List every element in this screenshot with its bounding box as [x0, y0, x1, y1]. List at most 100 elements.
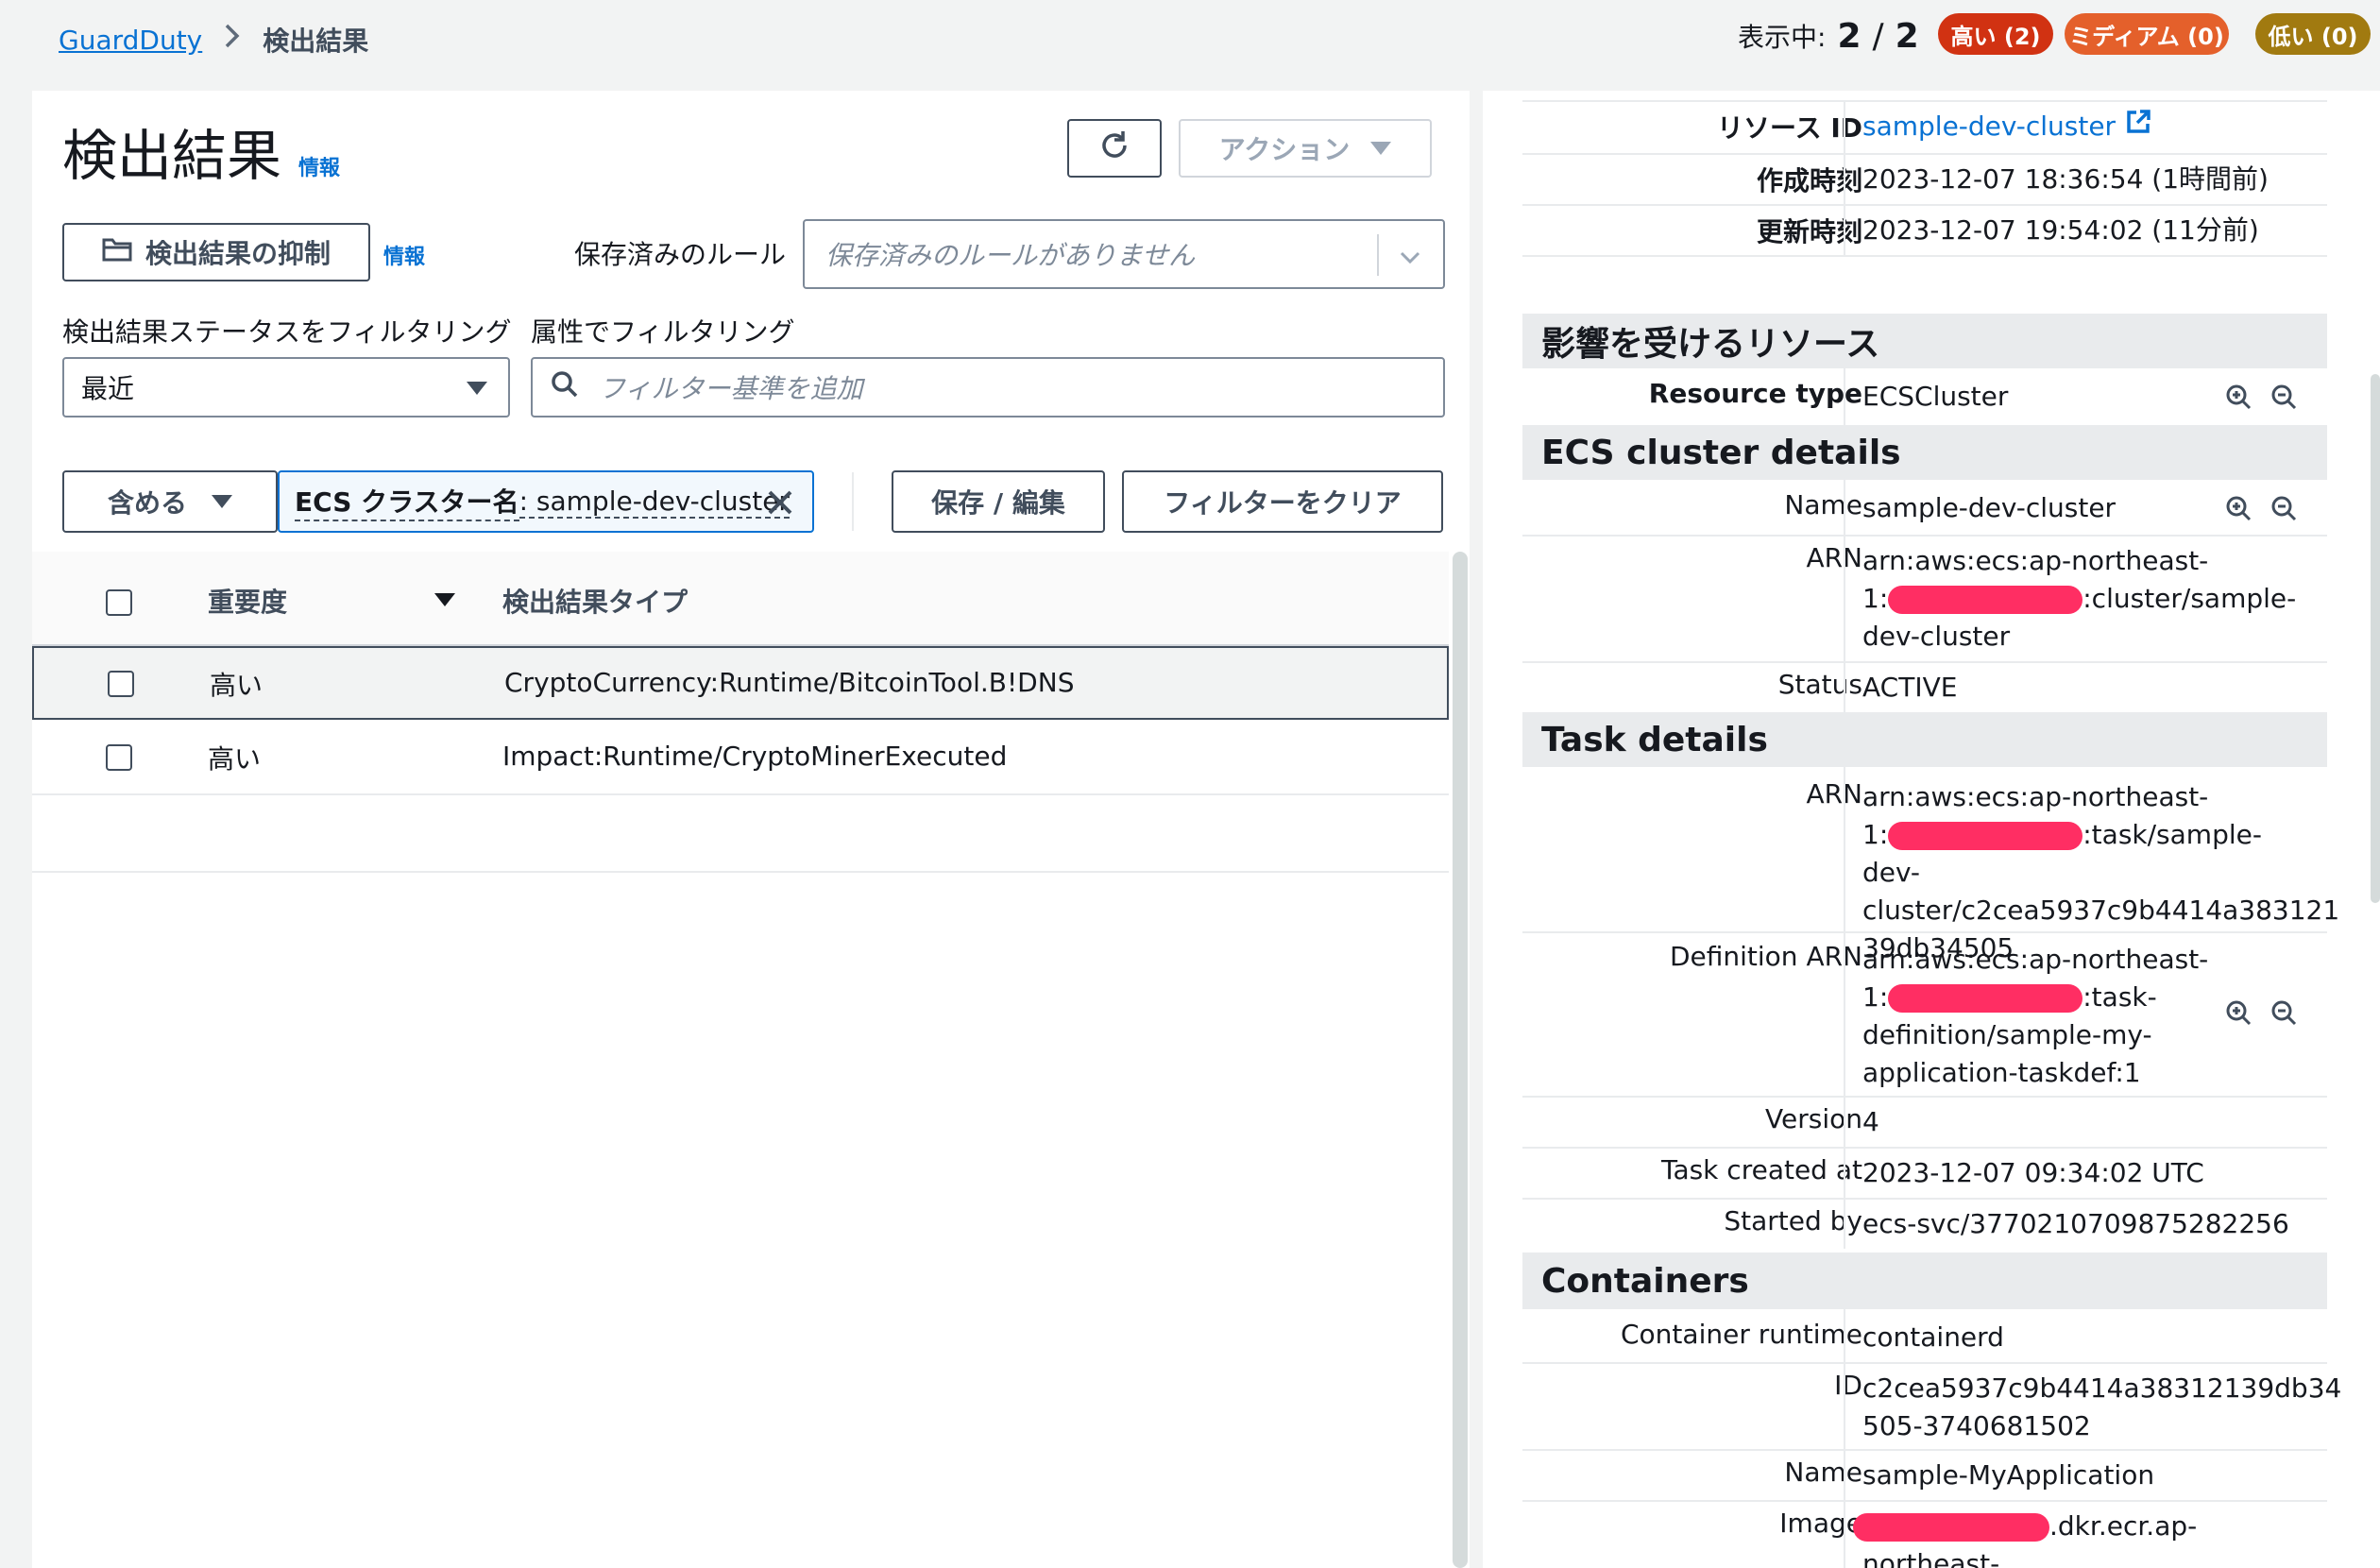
actions-dropdown[interactable]: アクション [1179, 119, 1432, 178]
suppress-info-link[interactable]: 情報 [383, 240, 425, 270]
id-line: 505-3740681502 [1862, 1410, 2091, 1441]
row-finding-type[interactable]: Impact:Runtime/CryptoMinerExecuted [502, 741, 1007, 772]
zoom-out-icon[interactable] [2270, 383, 2297, 410]
image-line: .dkr.ecr.ap- [1853, 1508, 2306, 1545]
severity-high-label: 高い (2) [1950, 23, 2041, 50]
saved-rules-select[interactable]: 保存済みのルールがありません [803, 219, 1445, 289]
divider [1522, 1147, 2327, 1149]
counter-label: 表示中: [1738, 22, 1827, 53]
arn-line: arn:aws:ecs:ap-northeast- [1862, 545, 2209, 576]
task-arn-key: ARN [1806, 778, 1862, 810]
resource-type-key: Resource type [1648, 378, 1862, 409]
detail-scrollbar[interactable] [2371, 374, 2380, 903]
cluster-arn-value: arn:aws:ecs:ap-northeast- 1::cluster/sam… [1862, 542, 2316, 656]
breadcrumb-guardduty-link[interactable]: GuardDuty [59, 25, 202, 56]
table-scrollbar[interactable] [1453, 552, 1468, 1568]
saved-rules-label: 保存済みのルール [574, 239, 787, 270]
actions-label: アクション [1218, 134, 1351, 165]
redaction-mark [1888, 984, 2083, 1013]
cluster-arn-key: ARN [1806, 542, 1862, 573]
container-image-key: Image [1779, 1508, 1862, 1539]
divider [1522, 1449, 2327, 1451]
container-name-value: sample-MyApplication [1862, 1459, 2155, 1491]
type-column-header[interactable]: 検出結果タイプ [502, 582, 688, 620]
zoom-in-icon[interactable] [2225, 383, 2252, 410]
severity-medium-pill[interactable]: ミディアム (0) [2065, 13, 2229, 55]
task-created-value: 2023-12-07 09:34:02 UTC [1862, 1157, 2204, 1188]
select-all-checkbox[interactable] [106, 589, 132, 616]
zoom-in-icon[interactable] [2225, 495, 2252, 521]
page-title: 検出結果 [62, 124, 282, 188]
container-id-key: ID [1834, 1370, 1862, 1401]
select-divider [1377, 234, 1379, 276]
findings-table: 重要度 検出結果タイプ 高い CryptoCurrency:Runtime/Bi… [32, 552, 1449, 1568]
filter-token-key: ECS クラスター名 [295, 482, 519, 521]
started-by-key: Started by [1724, 1205, 1862, 1236]
divider [1522, 100, 2327, 102]
table-row[interactable]: 高い CryptoCurrency:Runtime/BitcoinTool.B!… [32, 646, 1449, 720]
resource-id-link[interactable]: sample-dev-cluster [1862, 108, 2151, 145]
filter-token[interactable]: ECS クラスター名 : sample-dev-cluster [278, 470, 814, 533]
row-checkbox[interactable] [108, 671, 134, 697]
folder-icon [102, 236, 132, 269]
status-filter-select[interactable]: 最近 [62, 357, 510, 418]
finding-detail-panel: リソース ID sample-dev-cluster 作成時刻 2023-12-… [1483, 91, 2380, 1568]
title-info-link[interactable]: 情報 [298, 151, 340, 191]
divider [1522, 661, 2327, 663]
zoom-in-icon[interactable] [2225, 999, 2252, 1026]
task-details-header: Task details [1522, 712, 2327, 767]
filter-token-value: : sample-dev-cluster [518, 485, 790, 519]
column-divider [1844, 100, 1845, 255]
severity-low-pill[interactable]: 低い (0) [2255, 13, 2371, 55]
divider [1522, 204, 2327, 206]
severity-low-label: 低い (0) [2268, 23, 2358, 50]
counter-shown: 2 [1837, 16, 1862, 56]
redaction-mark [1888, 586, 2083, 614]
started-by-value: ecs-svc/3770210709875282256 [1862, 1208, 2289, 1239]
refresh-button[interactable] [1067, 119, 1162, 178]
save-edit-button[interactable]: 保存 / 編集 [892, 470, 1105, 533]
clear-filter-button[interactable]: フィルターをクリア [1122, 470, 1443, 533]
suppress-findings-label: 検出結果の抑制 [144, 238, 331, 269]
cluster-name-key: Name [1784, 489, 1862, 520]
row-checkbox[interactable] [106, 744, 132, 771]
status-filter-value: 最近 [81, 373, 135, 404]
result-counter: 表示中: 2 / 2 [1738, 15, 1919, 57]
row-severity: 高い [208, 743, 262, 775]
close-icon[interactable] [765, 487, 795, 521]
image-line: northeast- [1862, 1548, 2000, 1568]
attribute-filter-input[interactable]: フィルター基準を追加 [531, 357, 1445, 418]
zoom-out-icon[interactable] [2270, 495, 2297, 521]
search-icon [550, 369, 580, 406]
arn-suffix: :task- [2082, 981, 2157, 1013]
arn-prefix: 1: [1862, 819, 1889, 850]
column-divider [1844, 1309, 1845, 1568]
include-dropdown[interactable]: 含める [62, 470, 278, 533]
arn-line: cluster/c2cea5937c9b4414a383121 [1862, 895, 2340, 926]
divider [1522, 1096, 2327, 1098]
affected-resource-title: 影響を受けるリソース [1541, 325, 1880, 364]
version-value: 4 [1862, 1106, 1879, 1137]
arn-line: arn:aws:ecs:ap-northeast- [1862, 944, 2209, 975]
arn-line: 1::task- [1862, 979, 2221, 1016]
resource-id-value: sample-dev-cluster [1862, 111, 2116, 142]
image-suffix: .dkr.ecr.ap- [2049, 1510, 2198, 1542]
severity-high-pill[interactable]: 高い (2) [1938, 13, 2053, 55]
divider [1522, 1362, 2327, 1364]
created-time-value: 2023-12-07 18:36:54 (1時間前) [1862, 163, 2269, 195]
row-severity: 高い [210, 670, 264, 701]
attribute-filter-label: 属性でフィルタリング [531, 316, 795, 348]
suppress-findings-button[interactable]: 検出結果の抑制 [62, 223, 370, 281]
arn-line: application-taskdef:1 [1862, 1057, 2141, 1088]
table-header: 重要度 検出結果タイプ [32, 552, 1449, 646]
severity-column-header[interactable]: 重要度 [208, 582, 287, 620]
status-filter-label: 検出結果ステータスをフィルタリング [62, 316, 512, 348]
zoom-out-icon[interactable] [2270, 999, 2297, 1026]
row-finding-type[interactable]: CryptoCurrency:Runtime/BitcoinTool.B!DNS [504, 667, 1074, 698]
resource-type-value: ECSCluster [1862, 381, 2009, 412]
task-arn-value: arn:aws:ecs:ap-northeast- 1::task/sample… [1862, 778, 2340, 967]
containers-title: Containers [1541, 1261, 1749, 1301]
sort-descending-icon[interactable] [434, 593, 455, 606]
table-row[interactable]: 高い Impact:Runtime/CryptoMinerExecuted [32, 720, 1449, 795]
id-line: c2cea5937c9b4414a38312139db34 [1862, 1372, 2342, 1404]
